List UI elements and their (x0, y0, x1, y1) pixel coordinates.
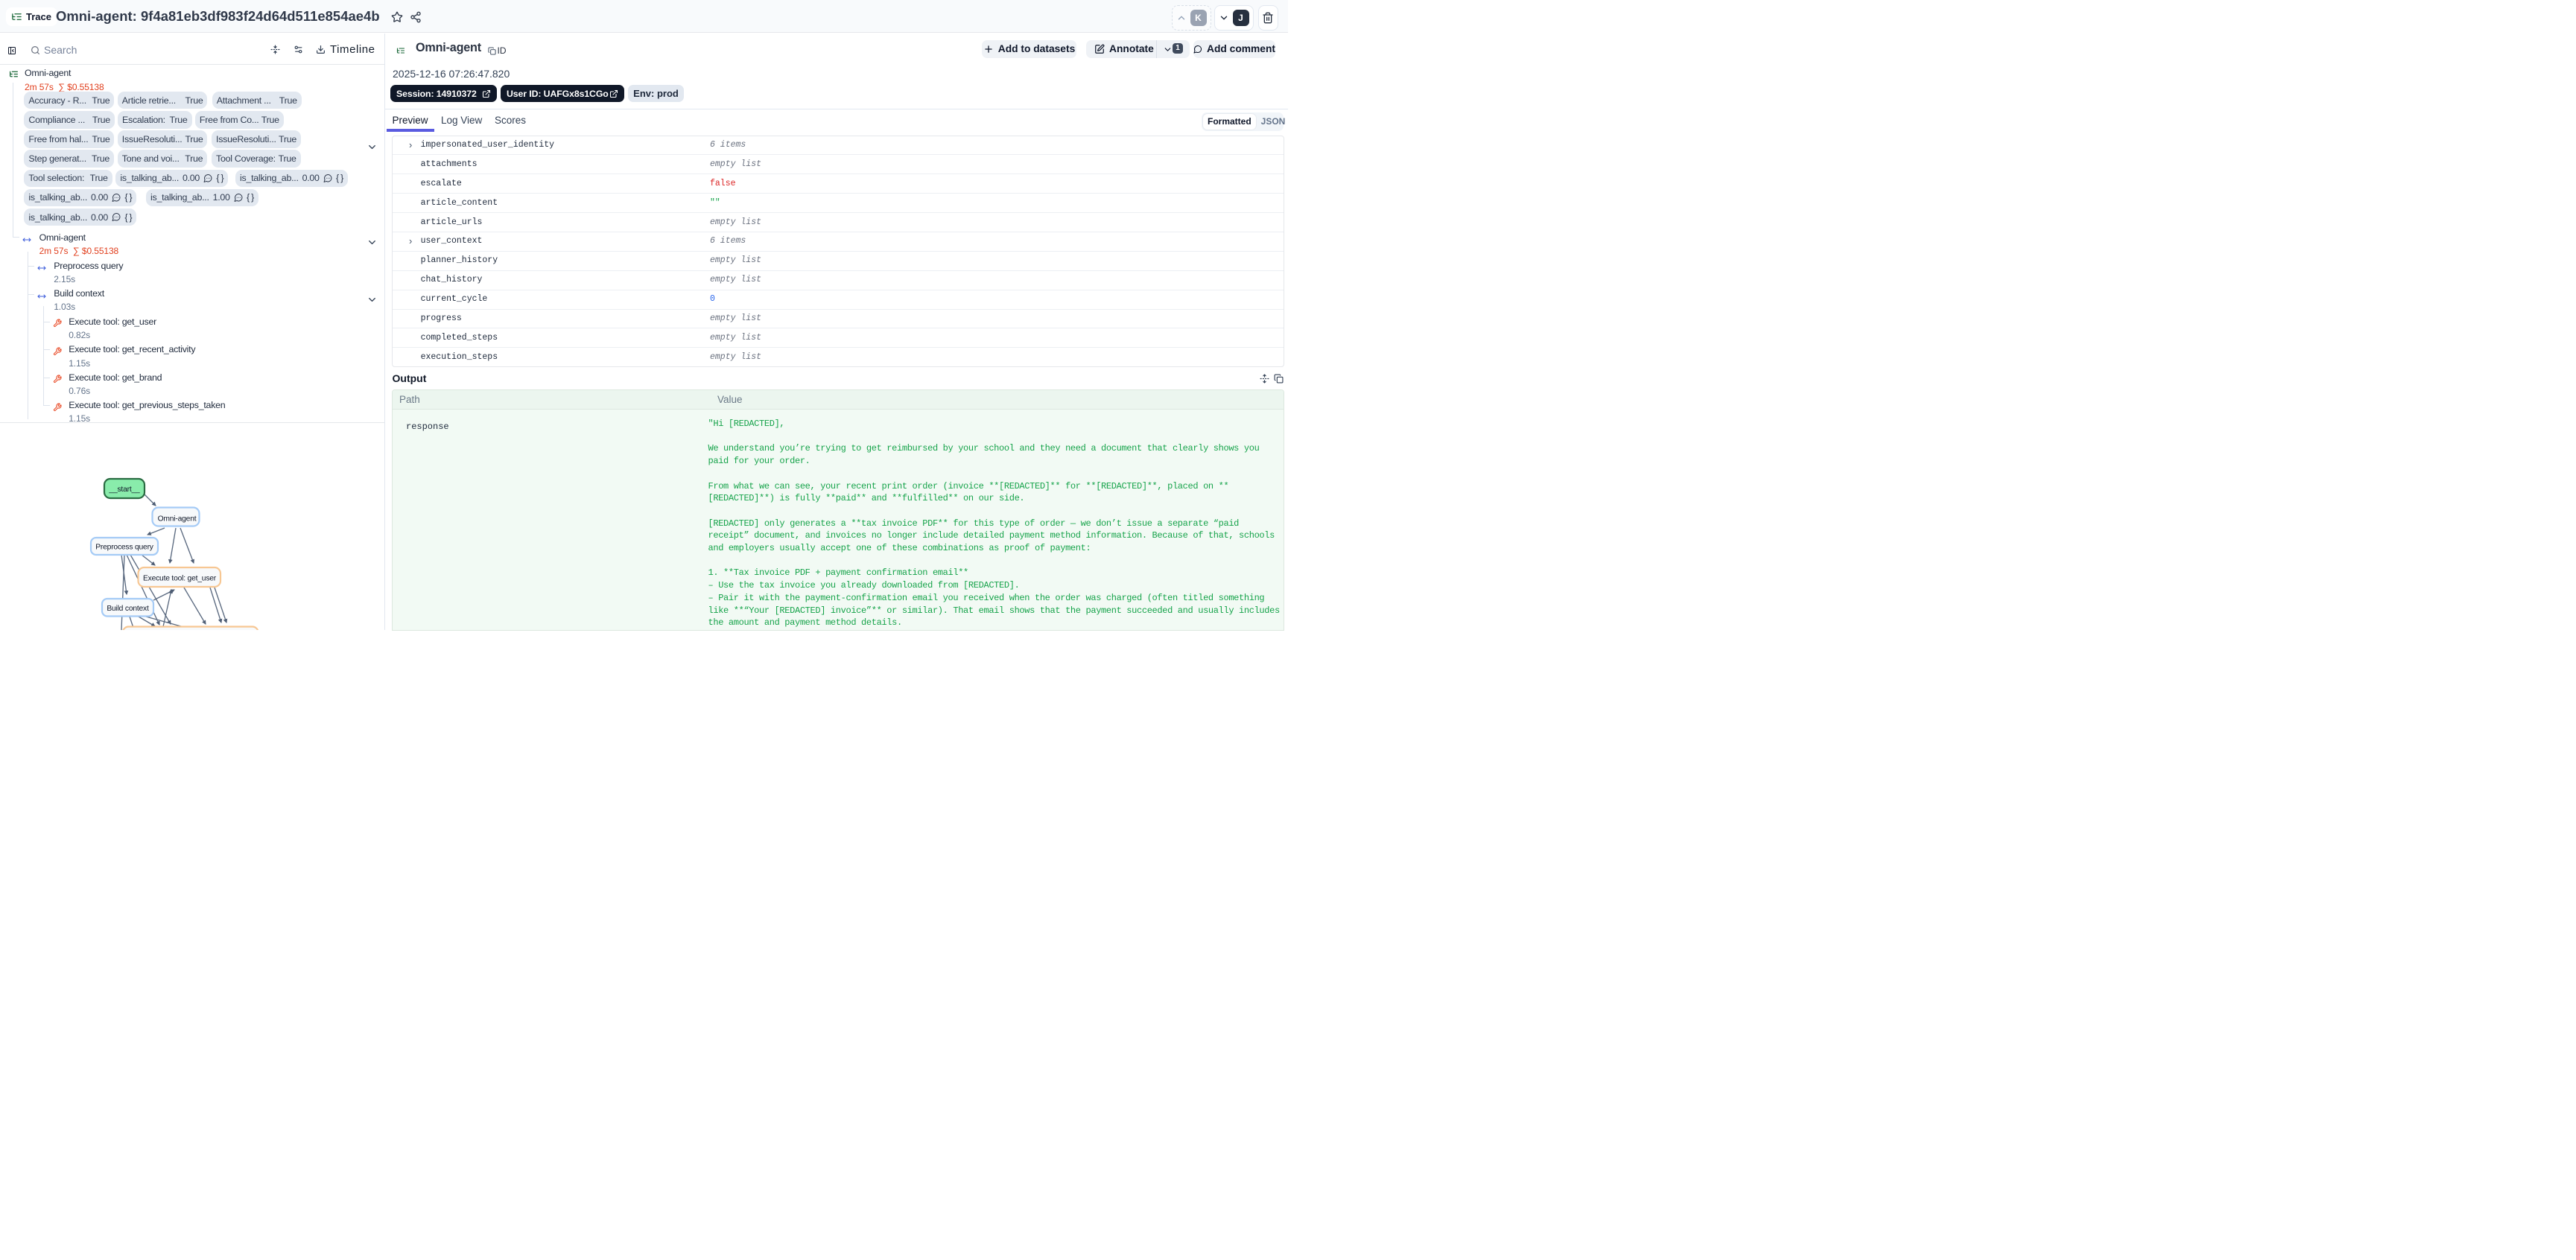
svg-text:__start__: __start__ (108, 486, 140, 494)
svg-text:Build context: Build context (107, 605, 149, 613)
svg-text:Omni-agent: Omni-agent (158, 515, 197, 524)
svg-text:Execute tool: get_user: Execute tool: get_user (143, 575, 217, 583)
svg-text:Preprocess query: Preprocess query (95, 544, 154, 552)
